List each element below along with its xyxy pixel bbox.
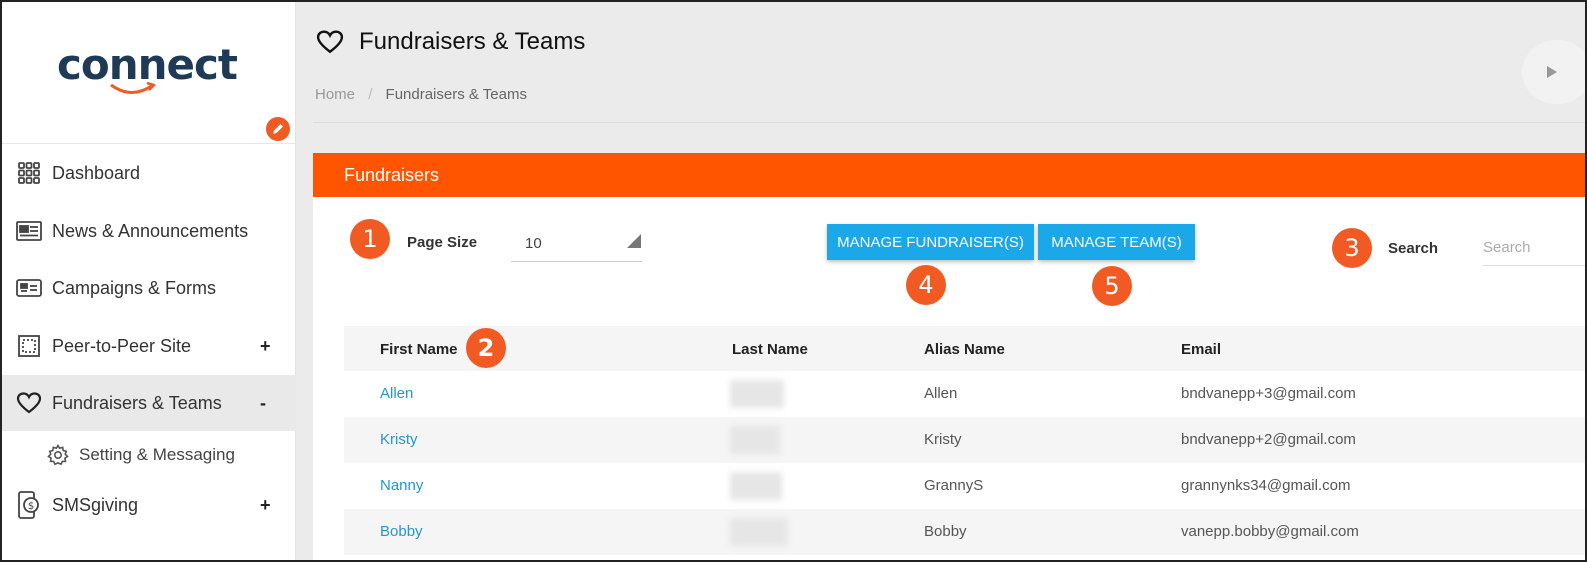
column-header-email[interactable]: Email [1181, 341, 1221, 358]
alias-cell: Kristy [924, 431, 962, 448]
pencil-icon [273, 124, 283, 134]
gear-icon [46, 443, 70, 467]
callout-badge-1: 1 [350, 219, 390, 259]
grid-icon [15, 159, 43, 187]
logo-area: connect [2, 2, 296, 144]
first-name-link[interactable]: Bobby [380, 523, 423, 540]
sidebar-subitem-setting-messaging[interactable]: Setting & Messaging [2, 433, 296, 477]
redacted-last-name [730, 518, 788, 546]
alias-cell: Bobby [924, 523, 967, 540]
app-window: connect Dashboard News & Announcements C… [0, 0, 1587, 562]
manage-teams-button[interactable]: MANAGE TEAM(S) [1038, 224, 1195, 260]
sidebar-item-campaigns[interactable]: Campaigns & Forms [2, 260, 296, 316]
dropdown-arrow-icon [627, 234, 641, 248]
page-size-select[interactable]: 10 [511, 225, 642, 262]
page-title-text: Fundraisers & Teams [359, 28, 586, 55]
callout-badge-5: 5 [1092, 266, 1132, 306]
sidebar-subitem-label: Setting & Messaging [79, 445, 235, 464]
expand-toggle[interactable]: + [260, 336, 271, 357]
first-name-link[interactable]: Nanny [380, 477, 423, 494]
sidebar-item-label: Fundraisers & Teams [52, 392, 222, 413]
table-row: Allen Allen bndvanepp+3@gmail.com [344, 371, 1585, 417]
play-icon [1547, 66, 1557, 78]
breadcrumb-separator: / [368, 86, 373, 103]
redacted-last-name [730, 426, 780, 454]
sidebar-item-smsgiving[interactable]: $ SMSgiving + [2, 477, 296, 533]
redacted-last-name [730, 472, 782, 500]
column-header-last-name[interactable]: Last Name [732, 341, 808, 358]
alias-cell: GrannyS [924, 477, 984, 494]
table-row: Bobby Bobby vanepp.bobby@gmail.com [344, 509, 1585, 555]
sidebar: connect Dashboard News & Announcements C… [2, 2, 296, 560]
phone-dollar-icon: $ [15, 491, 43, 519]
sidebar-item-label: Peer-to-Peer Site [52, 335, 192, 356]
sidebar-item-fundraisers-teams[interactable]: Fundraisers & Teams - [2, 375, 296, 431]
email-cell: bndvanepp+3@gmail.com [1181, 385, 1356, 402]
breadcrumb: Home / Fundraisers & Teams [315, 86, 527, 103]
edit-logo-button[interactable] [266, 117, 290, 141]
search-input[interactable] [1483, 229, 1585, 266]
page-size-value: 10 [525, 234, 542, 252]
callout-badge-2: 2 [466, 328, 506, 368]
table-header: First Name Last Name Alias Name Email 2 [344, 326, 1585, 371]
table-row: Kristy Kristy bndvanepp+2@gmail.com [344, 417, 1585, 463]
logo-smile-icon [110, 82, 155, 94]
page-title: Fundraisers & Teams [315, 28, 585, 56]
manage-teams-label: MANAGE TEAM(S) [1051, 233, 1182, 251]
manage-fundraisers-button[interactable]: MANAGE FUNDRAISER(S) [827, 224, 1034, 260]
search-label: Search [1388, 240, 1439, 257]
page-size-label: Page Size [407, 234, 478, 251]
first-name-link[interactable]: Allen [380, 385, 413, 402]
email-cell: bndvanepp+2@gmail.com [1181, 431, 1356, 448]
breadcrumb-current: Fundraisers & Teams [385, 86, 527, 103]
table-row: Nanny GrannyS grannynks34@gmail.com [344, 463, 1585, 509]
svg-text:$: $ [28, 501, 34, 512]
sidebar-item-news[interactable]: News & Announcements [2, 203, 296, 259]
callout-badge-3: 3 [1332, 228, 1372, 268]
column-header-first-name[interactable]: First Name [380, 341, 458, 358]
email-cell: vanepp.bobby@gmail.com [1181, 523, 1359, 540]
panel-title: Fundraisers [344, 164, 440, 185]
sidebar-item-label: News & Announcements [52, 220, 249, 241]
collapse-toggle[interactable]: - [260, 393, 266, 414]
sidebar-item-peer-to-peer[interactable]: Peer-to-Peer Site + [2, 318, 296, 374]
frame-icon [15, 332, 43, 360]
fundraisers-panel: Fundraisers 1 Page Size 10 MANAGE FUNDRA… [313, 153, 1585, 560]
callout-badge-4: 4 [906, 265, 946, 305]
first-name-link[interactable]: Kristy [380, 431, 418, 448]
sidebar-item-dashboard[interactable]: Dashboard [2, 145, 296, 201]
heart-icon [15, 389, 43, 417]
breadcrumb-home[interactable]: Home [315, 86, 355, 103]
heart-icon [315, 29, 345, 55]
alias-cell: Allen [924, 385, 958, 402]
redacted-last-name [730, 380, 784, 408]
sidebar-item-label: Dashboard [52, 162, 141, 183]
newspaper-icon [15, 217, 43, 245]
play-button[interactable] [1522, 40, 1585, 104]
sidebar-item-label: SMSgiving [52, 494, 139, 515]
manage-fundraisers-label: MANAGE FUNDRAISER(S) [837, 233, 1024, 251]
panel-header: Fundraisers [313, 153, 1585, 197]
expand-toggle[interactable]: + [260, 495, 271, 516]
column-header-alias-name[interactable]: Alias Name [924, 341, 1005, 358]
sidebar-item-label: Campaigns & Forms [52, 277, 217, 298]
header-divider [313, 122, 1585, 123]
email-cell: grannynks34@gmail.com [1181, 477, 1351, 494]
id-card-icon [15, 274, 43, 302]
